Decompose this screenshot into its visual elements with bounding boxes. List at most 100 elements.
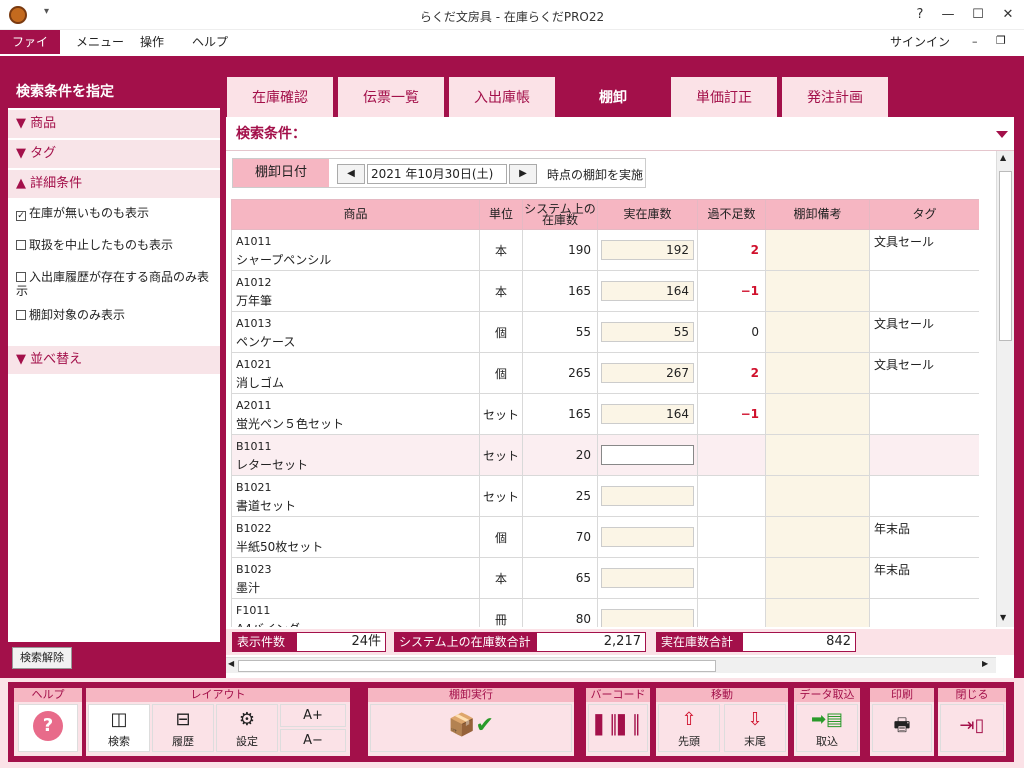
barcode-button[interactable]: ▌║▌║: [588, 704, 648, 752]
cell-tag[interactable]: [869, 393, 979, 435]
table-row[interactable]: A1021 消しゴム 個 265 267 2 文具セール: [231, 352, 979, 394]
table-row[interactable]: A1011 シャープペンシル 本 190 192 2 文具セール: [231, 229, 979, 271]
inventory-exec-button[interactable]: 📦✔: [370, 704, 572, 752]
checkbox[interactable]: [16, 310, 26, 320]
scroll-right-icon[interactable]: ▶: [982, 659, 988, 668]
cell-product[interactable]: B1021 書道セット: [231, 475, 480, 517]
date-input[interactable]: 2021 年10月30日(土): [367, 164, 507, 184]
menu-operations[interactable]: 操作: [132, 30, 172, 54]
date-prev-button[interactable]: ◀: [337, 164, 365, 184]
tab-in-out-ledger[interactable]: 入出庫帳: [448, 76, 556, 118]
table-row[interactable]: B1011 レターセット セット 20: [231, 434, 979, 476]
menu-file[interactable]: ファイル: [0, 30, 60, 73]
cell-product[interactable]: B1011 レターセット: [231, 434, 480, 476]
scroll-down-icon[interactable]: ▼: [1000, 613, 1006, 622]
maximize-button[interactable]: ☐: [966, 4, 990, 26]
cell-note[interactable]: [765, 270, 870, 312]
help-window-button[interactable]: ?: [908, 4, 932, 26]
check-show-zero-stock[interactable]: ✓ 在庫が無いものも表示: [16, 206, 212, 221]
cell-note[interactable]: [765, 393, 870, 435]
cell-note[interactable]: [765, 598, 870, 627]
horizontal-scrollbar[interactable]: ◀ ▶: [226, 657, 996, 673]
check-history-only[interactable]: 入出庫履歴が存在する商品のみ表示: [16, 270, 212, 298]
first-record-button[interactable]: ⇧ 先頭: [658, 704, 720, 752]
col-header-tag[interactable]: タグ: [869, 199, 979, 230]
cell-tag[interactable]: [869, 598, 979, 627]
horizontal-scroll-thumb[interactable]: [238, 660, 716, 672]
checkbox[interactable]: [16, 272, 26, 282]
clear-search-button[interactable]: 検索解除: [12, 647, 72, 669]
cell-note[interactable]: [765, 311, 870, 353]
cell-tag[interactable]: 文具セール: [869, 311, 979, 353]
checkbox[interactable]: ✓: [16, 211, 26, 221]
cell-product[interactable]: F1011 A4バインダー: [231, 598, 480, 627]
check-show-discontinued[interactable]: 取扱を中止したものも表示: [16, 238, 212, 252]
col-header-system-stock[interactable]: システム上の在庫数: [522, 199, 598, 230]
actual-stock-input[interactable]: 164: [601, 404, 694, 424]
table-row[interactable]: F1011 A4バインダー冊80: [231, 598, 979, 627]
scroll-up-icon[interactable]: ▲: [1000, 153, 1006, 162]
help-button[interactable]: ?: [18, 704, 78, 752]
col-header-unit[interactable]: 単位: [479, 199, 523, 230]
cell-product[interactable]: A1021 消しゴム: [231, 352, 480, 394]
cell-note[interactable]: [765, 475, 870, 517]
check-inventory-target-only[interactable]: 棚卸対象のみ表示: [16, 308, 212, 322]
section-sort[interactable]: ▼ 並べ替え: [8, 346, 220, 374]
col-header-actual-stock[interactable]: 実在庫数: [597, 199, 698, 230]
tab-inventory[interactable]: 棚卸: [559, 76, 667, 118]
vertical-scrollbar[interactable]: ▲ ▼: [996, 151, 1014, 627]
table-row[interactable]: A1013 ペンケース個 55 55 0 文具セール: [231, 311, 979, 353]
cell-tag[interactable]: [869, 475, 979, 517]
ribbon-minimize-icon[interactable]: –: [972, 35, 978, 48]
cell-product[interactable]: B1023 墨汁: [231, 557, 480, 599]
font-down-button[interactable]: A−: [280, 729, 346, 752]
date-next-button[interactable]: ▶: [509, 164, 537, 184]
section-tag[interactable]: ▼ タグ: [8, 140, 220, 168]
actual-stock-input[interactable]: [601, 609, 694, 627]
tab-order-plan[interactable]: 発注計画: [781, 76, 889, 118]
cell-product[interactable]: A1012 万年筆: [231, 270, 480, 312]
last-record-button[interactable]: ⇩ 末尾: [724, 704, 786, 752]
cell-product[interactable]: A1013 ペンケース: [231, 311, 480, 353]
tab-price-correction[interactable]: 単価訂正: [670, 76, 778, 118]
actual-stock-input[interactable]: [601, 486, 694, 506]
actual-stock-input[interactable]: 55: [601, 322, 694, 342]
actual-stock-input[interactable]: 164: [601, 281, 694, 301]
section-product[interactable]: ▼ 商品: [8, 110, 220, 138]
section-detail[interactable]: ▲ 詳細条件: [8, 170, 220, 198]
scroll-left-icon[interactable]: ◀: [228, 659, 234, 668]
menu-menu[interactable]: メニュー: [68, 30, 132, 54]
checkbox[interactable]: [16, 240, 26, 250]
close-window-button[interactable]: ✕: [996, 4, 1020, 26]
cell-product[interactable]: A1011 シャープペンシル: [231, 229, 480, 271]
cell-tag[interactable]: 文具セール: [869, 352, 979, 394]
cell-tag[interactable]: 年末品: [869, 516, 979, 558]
tab-stock-check[interactable]: 在庫確認: [226, 76, 334, 118]
col-header-note[interactable]: 棚卸備考: [765, 199, 870, 230]
search-condition-bar[interactable]: 検索条件：: [226, 117, 1014, 151]
minimize-button[interactable]: —: [936, 4, 960, 26]
cell-product[interactable]: A2011 蛍光ペン５色セット: [231, 393, 480, 435]
signin-link[interactable]: サインイン: [890, 33, 950, 50]
cell-note[interactable]: [765, 229, 870, 271]
cell-note[interactable]: [765, 516, 870, 558]
col-header-product[interactable]: 商品: [231, 199, 480, 230]
table-row[interactable]: B1022 半紙50枚セット 個 70 年末品: [231, 516, 979, 558]
actual-stock-input[interactable]: 267: [601, 363, 694, 383]
menu-help[interactable]: ヘルプ: [184, 30, 236, 54]
table-row[interactable]: B1021 書道セット セット 25: [231, 475, 979, 517]
col-header-difference[interactable]: 過不足数: [697, 199, 766, 230]
import-button[interactable]: ➡▤ 取込: [796, 704, 858, 752]
actual-stock-input[interactable]: 192: [601, 240, 694, 260]
tab-slip-list[interactable]: 伝票一覧: [337, 76, 445, 118]
expand-caret-icon[interactable]: [996, 131, 1008, 138]
actual-stock-input[interactable]: [601, 568, 694, 588]
vertical-scroll-thumb[interactable]: [999, 171, 1012, 341]
ribbon-restore-icon[interactable]: ❐: [996, 34, 1006, 47]
cell-tag[interactable]: 文具セール: [869, 229, 979, 271]
cell-note[interactable]: [765, 434, 870, 476]
font-up-button[interactable]: A+: [280, 704, 346, 727]
cell-note[interactable]: [765, 352, 870, 394]
cell-note[interactable]: [765, 557, 870, 599]
close-button[interactable]: ⇥▯: [940, 704, 1004, 752]
